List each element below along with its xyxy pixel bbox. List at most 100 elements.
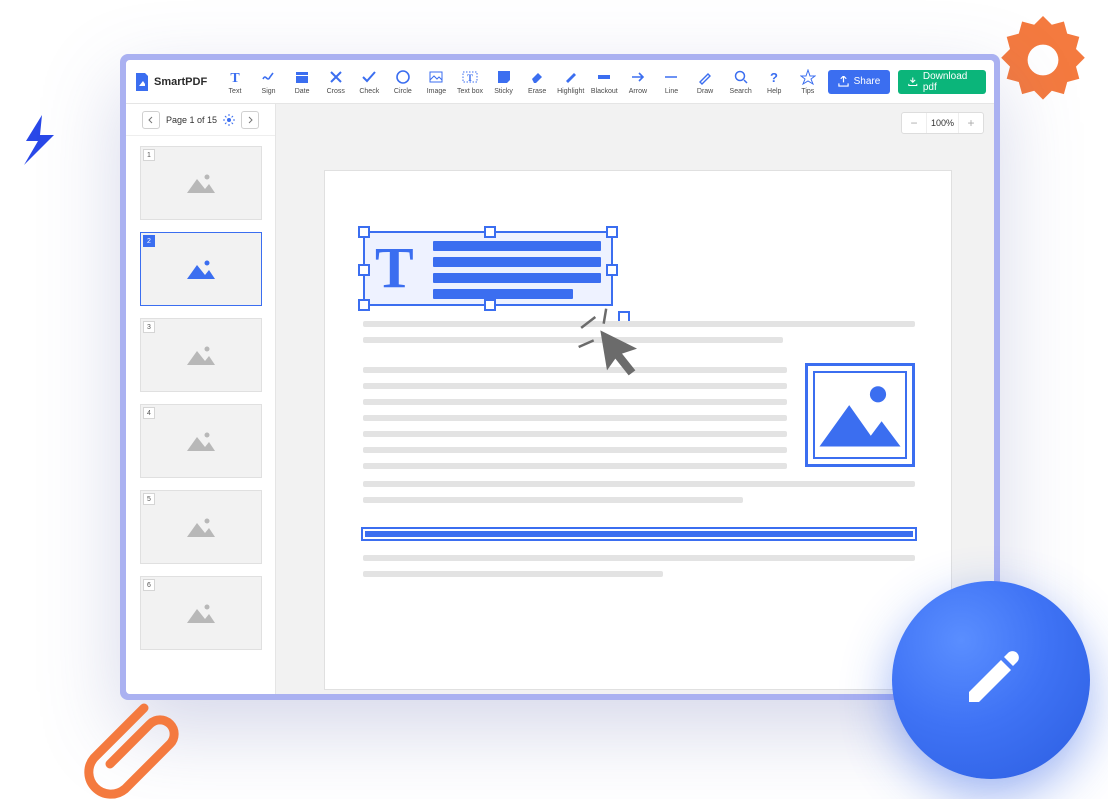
resize-handle[interactable] bbox=[606, 226, 618, 238]
editor-body: Page 1 of 15 1 2 3 4 5 6 − 100% + T bbox=[126, 104, 994, 694]
thumb-number: 1 bbox=[143, 149, 155, 161]
pager: Page 1 of 15 bbox=[126, 104, 275, 136]
image-placeholder-icon bbox=[815, 373, 905, 457]
tool-circle[interactable]: Circle bbox=[387, 62, 419, 102]
resize-handle[interactable] bbox=[484, 226, 496, 238]
tool-tips[interactable]: Tips bbox=[792, 62, 824, 102]
svg-text:T: T bbox=[467, 73, 473, 83]
tool-label: Arrow bbox=[629, 88, 647, 95]
tool-label: Search bbox=[730, 88, 752, 95]
cursor-illustration-icon bbox=[577, 307, 652, 382]
tool-blackout[interactable]: Blackout bbox=[589, 62, 621, 102]
image-placeholder-icon bbox=[185, 257, 217, 281]
tool-highlight[interactable]: Highlight bbox=[555, 62, 587, 102]
pencil-icon bbox=[955, 644, 1027, 716]
thumbnails-sidebar: Page 1 of 15 1 2 3 4 5 6 bbox=[126, 104, 276, 694]
thumbnail[interactable]: 4 bbox=[140, 404, 262, 478]
tool-check[interactable]: Check bbox=[354, 62, 386, 102]
tool-image[interactable]: Image bbox=[421, 62, 453, 102]
tool-draw[interactable]: Draw bbox=[689, 62, 721, 102]
canvas-area: − 100% + T bbox=[276, 104, 994, 694]
thumbnail[interactable]: 5 bbox=[140, 490, 262, 564]
tool-label: Draw bbox=[697, 88, 713, 95]
tool-label: Sticky bbox=[494, 88, 513, 95]
tool-label: Erase bbox=[528, 88, 546, 95]
zoom-control: − 100% + bbox=[901, 112, 984, 134]
image-placeholder-icon bbox=[185, 515, 217, 539]
tool-label: Help bbox=[767, 88, 781, 95]
tool-search[interactable]: Search bbox=[725, 62, 757, 102]
tool-label: Text bbox=[229, 88, 242, 95]
thumbnail[interactable]: 3 bbox=[140, 318, 262, 392]
gear-decoration-icon bbox=[988, 5, 1098, 115]
page-prev-button[interactable] bbox=[142, 111, 160, 129]
thumb-number: 3 bbox=[143, 321, 155, 333]
thumb-number: 6 bbox=[143, 579, 155, 591]
image-element[interactable] bbox=[805, 363, 915, 467]
lightning-decoration-icon bbox=[20, 115, 60, 165]
page-canvas[interactable]: T bbox=[324, 170, 952, 690]
thumbnail[interactable]: 6 bbox=[140, 576, 262, 650]
thumb-number: 2 bbox=[143, 235, 155, 247]
tool-text[interactable]: T Text bbox=[219, 62, 251, 102]
tool-label: Check bbox=[359, 88, 379, 95]
share-icon bbox=[838, 76, 849, 87]
share-label: Share bbox=[854, 76, 881, 87]
tool-label: Cross bbox=[327, 88, 345, 95]
tool-date[interactable]: Date bbox=[286, 62, 318, 102]
page-next-button[interactable] bbox=[241, 111, 259, 129]
thumbnail-list: 1 2 3 4 5 6 bbox=[126, 136, 275, 694]
tool-label: Line bbox=[665, 88, 678, 95]
page-indicator: Page 1 of 15 bbox=[166, 115, 217, 125]
zoom-value: 100% bbox=[926, 113, 959, 133]
resize-handle[interactable] bbox=[484, 299, 496, 311]
tool-label: Image bbox=[427, 88, 446, 95]
thumb-number: 4 bbox=[143, 407, 155, 419]
image-placeholder-icon bbox=[185, 171, 217, 195]
app-window: SmartPDF T Text Sign Date Cross Check Cir… bbox=[126, 60, 994, 694]
share-button[interactable]: Share bbox=[828, 70, 891, 94]
app-logo: SmartPDF bbox=[134, 73, 207, 91]
tool-arrow[interactable]: Arrow bbox=[622, 62, 654, 102]
text-element-selected[interactable]: T bbox=[363, 231, 613, 306]
logo-icon bbox=[134, 73, 150, 91]
tool-line[interactable]: Line bbox=[656, 62, 688, 102]
resize-handle[interactable] bbox=[358, 299, 370, 311]
zoom-in-button[interactable]: + bbox=[959, 113, 983, 133]
zoom-out-button[interactable]: − bbox=[902, 113, 926, 133]
toolbar: SmartPDF T Text Sign Date Cross Check Cir… bbox=[126, 60, 994, 104]
pager-settings-icon[interactable] bbox=[223, 114, 235, 126]
svg-text:?: ? bbox=[770, 70, 778, 85]
resize-handle[interactable] bbox=[358, 264, 370, 276]
thumbnail[interactable]: 2 bbox=[140, 232, 262, 306]
download-button[interactable]: Download pdf bbox=[898, 70, 986, 94]
image-placeholder-icon bbox=[185, 601, 217, 625]
tool-label: Blackout bbox=[591, 88, 618, 95]
edit-fab-decoration bbox=[892, 581, 1090, 779]
tool-label: Sign bbox=[262, 88, 276, 95]
paperclip-decoration-icon bbox=[80, 689, 190, 799]
tool-sign[interactable]: Sign bbox=[253, 62, 285, 102]
image-placeholder-icon bbox=[185, 343, 217, 367]
tool-label: Date bbox=[295, 88, 310, 95]
thumbnail[interactable]: 1 bbox=[140, 146, 262, 220]
resize-handle[interactable] bbox=[606, 264, 618, 276]
tool-sticky[interactable]: Sticky bbox=[488, 62, 520, 102]
app-frame: SmartPDF T Text Sign Date Cross Check Cir… bbox=[120, 54, 1000, 700]
tool-help[interactable]: ? Help bbox=[758, 62, 790, 102]
download-label: Download pdf bbox=[923, 71, 976, 93]
blackout-element[interactable] bbox=[365, 531, 913, 537]
image-placeholder-icon bbox=[185, 429, 217, 453]
thumb-number: 5 bbox=[143, 493, 155, 505]
tool-label: Highlight bbox=[557, 88, 584, 95]
text-glyph-icon: T bbox=[375, 239, 414, 297]
download-icon bbox=[908, 76, 918, 87]
tool-textbox[interactable]: T Text box bbox=[454, 62, 486, 102]
svg-text:T: T bbox=[230, 71, 240, 85]
resize-handle[interactable] bbox=[358, 226, 370, 238]
tool-label: Tips bbox=[801, 88, 814, 95]
tool-label: Text box bbox=[457, 88, 483, 95]
tool-erase[interactable]: Erase bbox=[521, 62, 553, 102]
logo-text: SmartPDF bbox=[154, 76, 207, 88]
tool-cross[interactable]: Cross bbox=[320, 62, 352, 102]
